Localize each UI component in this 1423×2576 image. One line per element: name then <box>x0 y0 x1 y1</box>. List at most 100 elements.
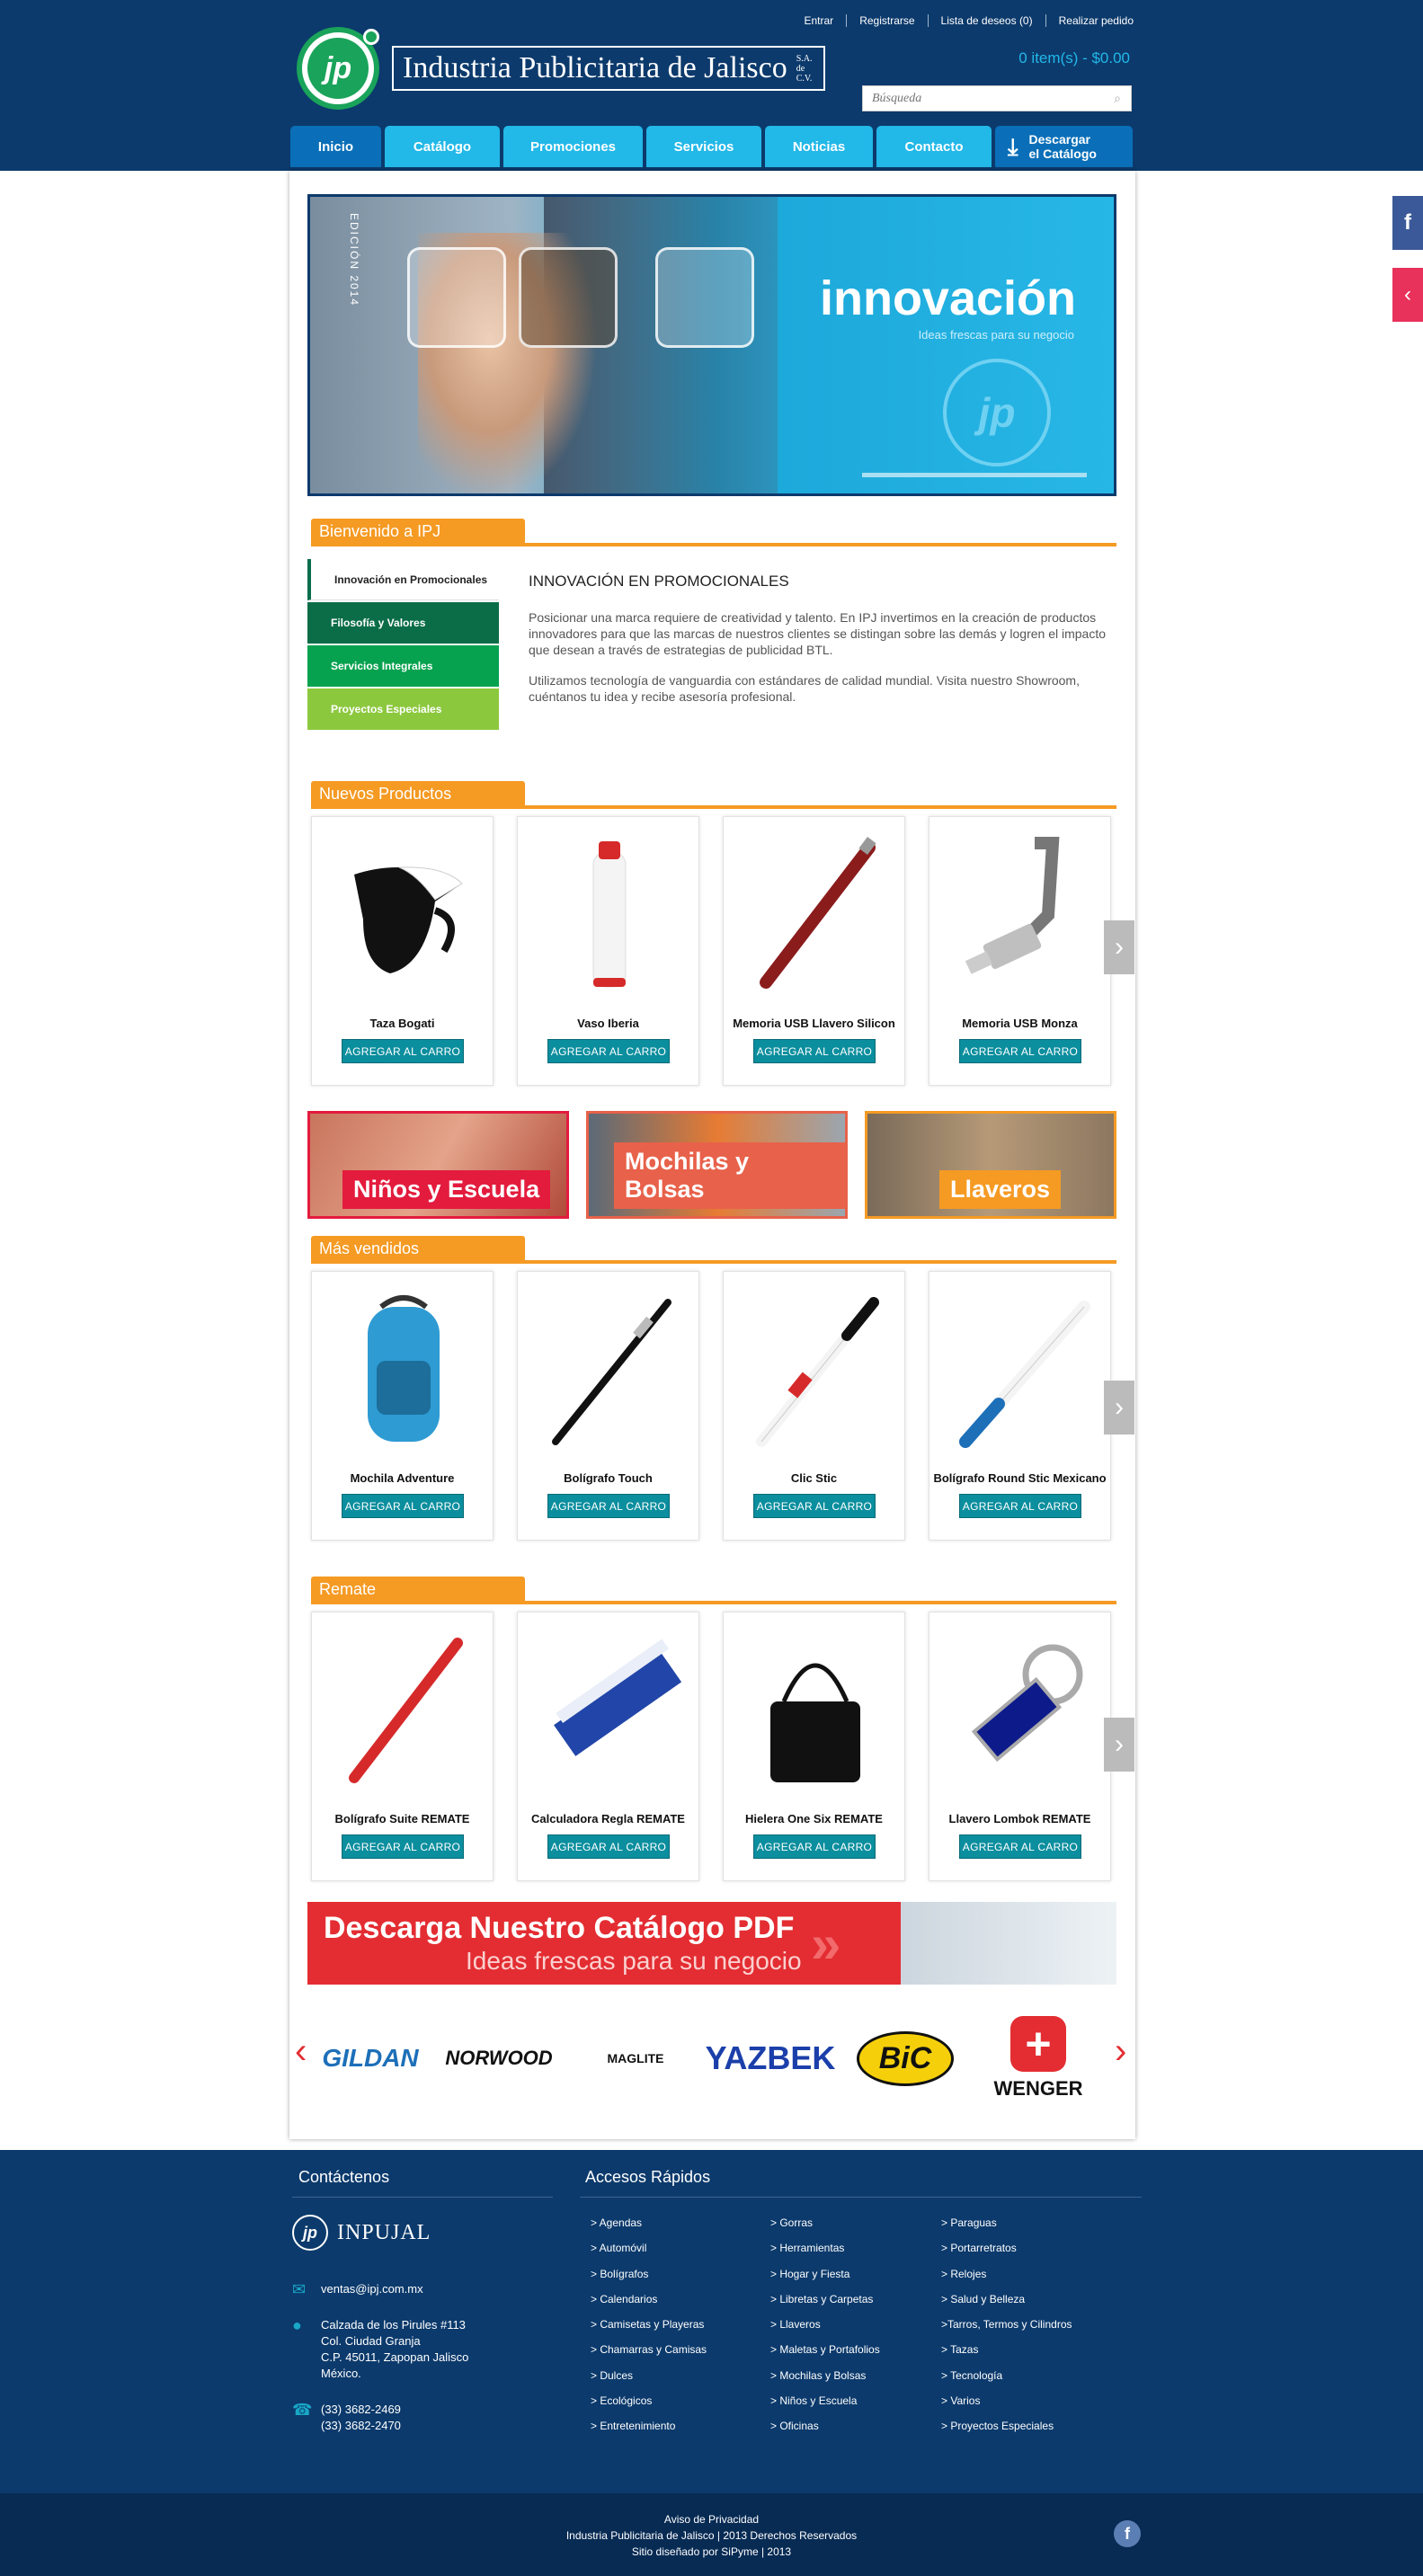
privacy-link[interactable]: Aviso de Privacidad <box>0 2493 1423 2527</box>
quick-link[interactable]: > Salud y Belleza <box>941 2293 1072 2318</box>
phone-number[interactable]: (33) 3682-2469 <box>321 2402 401 2418</box>
quick-link[interactable]: > Paraguas <box>941 2216 1072 2242</box>
tab-inicio[interactable]: Inicio <box>290 126 381 167</box>
quick-link[interactable]: > Libretas y Carpetas <box>770 2293 880 2318</box>
quick-link[interactable]: > Ecológicos <box>591 2394 707 2420</box>
add-to-cart-button[interactable]: AGREGAR AL CARRO <box>959 1834 1081 1859</box>
quick-link[interactable]: > Calendarios <box>591 2293 707 2318</box>
product-image[interactable] <box>742 1284 888 1455</box>
product-card[interactable]: Vaso Iberia AGREGAR AL CARRO <box>517 816 699 1086</box>
site-logo[interactable]: jp Industria Publicitaria de Jalisco S.A… <box>297 27 825 110</box>
quick-link[interactable]: > Portarretratos <box>941 2242 1072 2267</box>
checkout-link[interactable]: Realizar pedido <box>1046 14 1134 27</box>
quick-link[interactable]: > Mochilas y Bolsas <box>770 2369 880 2394</box>
product-image[interactable] <box>330 1284 476 1455</box>
product-name[interactable]: Memoria USB Llavero Silicon <box>724 1017 904 1030</box>
product-card[interactable]: Bolígrafo Round Stic Mexicano AGREGAR AL… <box>929 1271 1111 1541</box>
add-to-cart-button[interactable]: AGREGAR AL CARRO <box>342 1834 464 1859</box>
product-name[interactable]: Memoria USB Monza <box>929 1017 1110 1030</box>
quick-link[interactable]: > Proyectos Especiales <box>941 2420 1072 2445</box>
quick-link[interactable]: > Tazas <box>941 2343 1072 2368</box>
quick-link[interactable]: > Herramientas <box>770 2242 880 2267</box>
quick-link[interactable]: > Bolígrafos <box>591 2268 707 2293</box>
product-name[interactable]: Llavero Lombok REMATE <box>929 1812 1110 1825</box>
welcome-tab-proyectos[interactable]: Proyectos Especiales <box>307 688 499 730</box>
brand-logo-gildan[interactable]: GILDAN <box>316 2004 424 2112</box>
category-banner-mochilas[interactable]: Mochilas y Bolsas <box>586 1111 848 1219</box>
brand-logo-maglite[interactable]: MAGLITE <box>586 2004 685 2112</box>
welcome-tab-filosofia[interactable]: Filosofía y Valores <box>307 602 499 644</box>
quick-link[interactable]: > Entretenimiento <box>591 2420 707 2445</box>
quick-link[interactable]: > Dulces <box>591 2369 707 2394</box>
product-name[interactable]: Bolígrafo Round Stic Mexicano <box>929 1471 1110 1485</box>
login-link[interactable]: Entrar <box>792 14 848 27</box>
product-name[interactable]: Mochila Adventure <box>312 1471 493 1485</box>
carousel-next-arrow-icon[interactable]: › <box>1104 920 1134 974</box>
product-image[interactable] <box>947 1625 1094 1796</box>
quick-link[interactable]: > Relojes <box>941 2268 1072 2293</box>
tab-servicios[interactable]: Servicios <box>646 126 761 167</box>
quick-link[interactable]: > Maletas y Portafolios <box>770 2343 880 2368</box>
product-image[interactable] <box>536 830 682 1000</box>
product-image[interactable] <box>742 830 888 1000</box>
welcome-tab-servicios[interactable]: Servicios Integrales <box>307 645 499 687</box>
quick-link[interactable]: > Camisetas y Playeras <box>591 2318 707 2343</box>
tab-catalogo[interactable]: Catálogo <box>385 126 500 167</box>
product-image[interactable] <box>947 1284 1094 1455</box>
tab-promociones[interactable]: Promociones <box>503 126 643 167</box>
carousel-next-arrow-icon[interactable]: › <box>1104 1381 1134 1435</box>
add-to-cart-button[interactable]: AGREGAR AL CARRO <box>959 1494 1081 1518</box>
brand-logo-yazbek[interactable]: YAZBEK <box>703 2004 838 2112</box>
product-image[interactable] <box>536 1625 682 1796</box>
hero-banner[interactable]: EDICIÓN 2014 innovación Ideas frescas pa… <box>307 194 1116 496</box>
product-name[interactable]: Bolígrafo Touch <box>518 1471 698 1485</box>
quick-link[interactable]: > Varios <box>941 2394 1072 2420</box>
add-to-cart-button[interactable]: AGREGAR AL CARRO <box>753 1039 876 1063</box>
product-card[interactable]: Taza Bogati AGREGAR AL CARRO <box>311 816 494 1086</box>
brand-prev-arrow-icon[interactable]: ‹ <box>295 2031 307 2072</box>
product-image[interactable] <box>330 1625 476 1796</box>
product-image[interactable] <box>330 830 476 1000</box>
product-name[interactable]: Calculadora Regla REMATE <box>518 1812 698 1825</box>
quick-link[interactable]: > Oficinas <box>770 2420 880 2445</box>
add-to-cart-button[interactable]: AGREGAR AL CARRO <box>342 1039 464 1063</box>
product-name[interactable]: Hielera One Six REMATE <box>724 1812 904 1825</box>
banner-pager[interactable] <box>862 473 1087 477</box>
add-to-cart-button[interactable]: AGREGAR AL CARRO <box>547 1039 670 1063</box>
product-card[interactable]: Calculadora Regla REMATE AGREGAR AL CARR… <box>517 1612 699 1881</box>
side-collapse-arrow-icon[interactable]: ‹ <box>1392 268 1423 322</box>
quick-link[interactable]: > Llaveros <box>770 2318 880 2343</box>
email-text[interactable]: ventas@ipj.com.mx <box>321 2281 423 2297</box>
wishlist-link[interactable]: Lista de deseos (0) <box>929 14 1046 27</box>
product-card[interactable]: Bolígrafo Suite REMATE AGREGAR AL CARRO <box>311 1612 494 1881</box>
add-to-cart-button[interactable]: AGREGAR AL CARRO <box>959 1039 1081 1063</box>
quick-link[interactable]: > Gorras <box>770 2216 880 2242</box>
product-name[interactable]: Vaso Iberia <box>518 1017 698 1030</box>
download-catalog-button[interactable]: ⤓ Descargar el Catálogo <box>995 126 1133 167</box>
add-to-cart-button[interactable]: AGREGAR AL CARRO <box>342 1494 464 1518</box>
footer-logo[interactable]: jp INPUJAL <box>292 2215 431 2251</box>
category-banner-llaveros[interactable]: Llaveros <box>865 1111 1116 1219</box>
add-to-cart-button[interactable]: AGREGAR AL CARRO <box>753 1834 876 1859</box>
pdf-catalog-banner[interactable]: Descarga Nuestro Catálogo PDF Ideas fres… <box>307 1902 1116 1985</box>
search-input[interactable] <box>863 86 1104 111</box>
cart-total[interactable]: 0 item(s) - $0.00 <box>1018 49 1130 67</box>
product-card[interactable]: Memoria USB Monza AGREGAR AL CARRO <box>929 816 1111 1086</box>
product-name[interactable]: Clic Stic <box>724 1471 904 1485</box>
facebook-side-icon[interactable]: f <box>1392 196 1423 250</box>
quick-link[interactable]: > Agendas <box>591 2216 707 2242</box>
facebook-icon[interactable]: f <box>1114 2520 1141 2547</box>
quick-link[interactable]: > Automóvil <box>591 2242 707 2267</box>
product-image[interactable] <box>947 830 1094 1000</box>
quick-link[interactable]: > Hogar y Fiesta <box>770 2268 880 2293</box>
product-card[interactable]: Memoria USB Llavero Silicon AGREGAR AL C… <box>723 816 905 1086</box>
welcome-tab-innovacion[interactable]: Innovación en Promocionales <box>307 559 499 600</box>
brand-next-arrow-icon[interactable]: › <box>1115 2031 1126 2072</box>
quick-link[interactable]: >Tarros, Termos y Cilindros <box>941 2318 1072 2343</box>
add-to-cart-button[interactable]: AGREGAR AL CARRO <box>547 1494 670 1518</box>
carousel-next-arrow-icon[interactable]: › <box>1104 1718 1134 1772</box>
tab-noticias[interactable]: Noticias <box>765 126 873 167</box>
product-image[interactable] <box>536 1284 682 1455</box>
add-to-cart-button[interactable]: AGREGAR AL CARRO <box>753 1494 876 1518</box>
product-card[interactable]: Clic Stic AGREGAR AL CARRO <box>723 1271 905 1541</box>
